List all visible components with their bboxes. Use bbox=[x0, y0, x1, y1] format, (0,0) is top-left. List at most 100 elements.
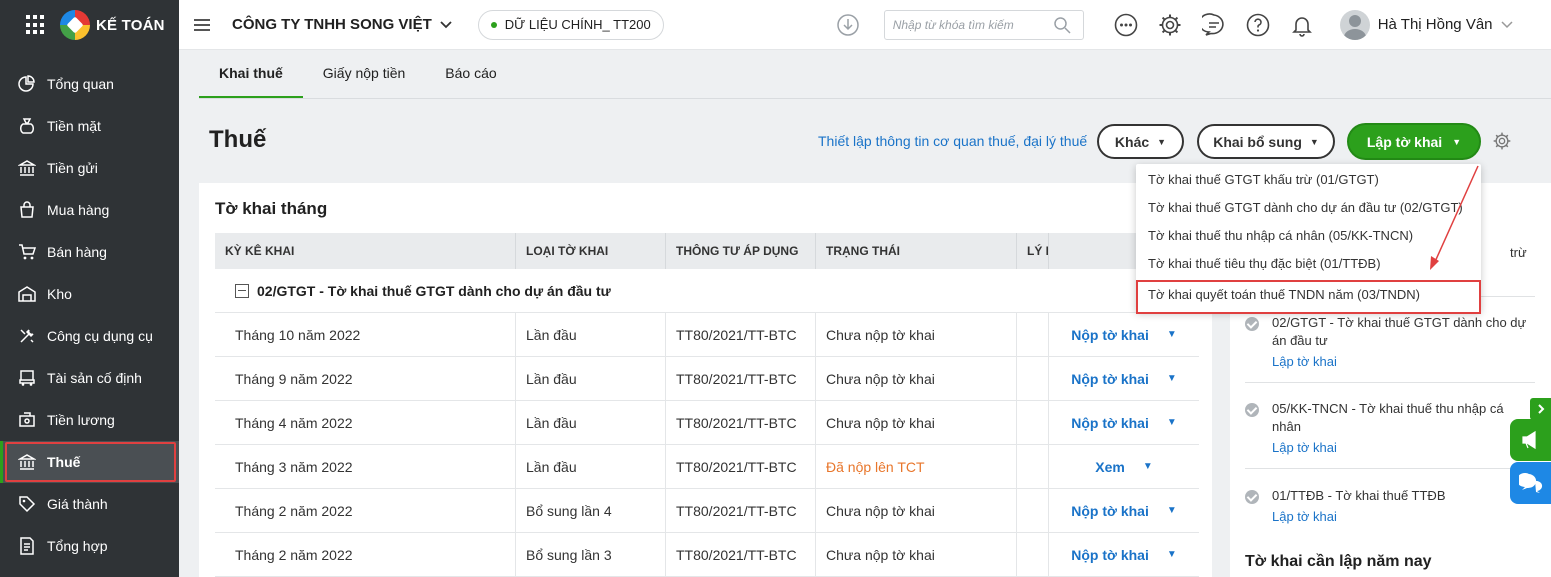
create-declaration-link[interactable]: Lập tờ khai bbox=[1272, 354, 1535, 369]
submit-declaration-link[interactable]: Nộp tờ khai bbox=[1071, 503, 1149, 519]
sidebar-item-tai-san[interactable]: Tài sản cố định bbox=[0, 357, 179, 399]
header-icons bbox=[1114, 12, 1314, 37]
top-header: CÔNG TY TNHH SONG VIỆT DỮ LIỆU CHÍNH_ TT… bbox=[179, 0, 1551, 50]
collapse-minus-icon[interactable] bbox=[235, 283, 249, 298]
sidebar-item-label: Tiền mặt bbox=[47, 118, 101, 134]
cell-type: Lần đầu bbox=[516, 313, 666, 356]
chevron-right-icon bbox=[1537, 404, 1544, 414]
cell-period: Tháng 2 năm 2022 bbox=[215, 489, 516, 532]
cell-period: Tháng 4 năm 2022 bbox=[215, 401, 516, 444]
sidebar-item-ban-hang[interactable]: Bán hàng bbox=[0, 231, 179, 273]
sidebar-menu: Tổng quan Tiền mặt Tiền gửi Mua hàng Bán… bbox=[0, 63, 179, 567]
check-circle-icon bbox=[1245, 490, 1259, 504]
table-row[interactable]: Tháng 9 năm 2022 Lần đầu TT80/2021/TT-BT… bbox=[215, 357, 1199, 401]
settings-gear-icon[interactable] bbox=[1158, 13, 1182, 37]
data-source-pill[interactable]: DỮ LIỆU CHÍNH_ TT200 bbox=[477, 9, 664, 40]
column-header-circular[interactable]: THÔNG TƯ ÁP DỤNG bbox=[666, 233, 816, 269]
cell-status: Chưa nộp tờ khai bbox=[816, 489, 1017, 532]
avatar bbox=[1339, 9, 1370, 40]
cell-type: Bổ sung lần 3 bbox=[516, 533, 666, 576]
more-options-icon[interactable] bbox=[1114, 13, 1138, 37]
sidebar-item-label: Công cụ dụng cụ bbox=[47, 328, 153, 344]
search-icon[interactable] bbox=[1053, 16, 1071, 34]
sidebar-item-label: Mua hàng bbox=[47, 202, 110, 218]
sidebar-item-label: Tiền lương bbox=[47, 412, 115, 428]
column-header-type[interactable]: LOẠI TỜ KHAI bbox=[516, 233, 666, 269]
sidebar-item-tong-quan[interactable]: Tổng quan bbox=[0, 63, 179, 105]
sidebar-item-thue[interactable]: Thuế bbox=[0, 441, 179, 483]
hamburger-menu-icon[interactable] bbox=[194, 16, 210, 34]
chat-bubble-icon[interactable] bbox=[1201, 12, 1226, 37]
table-row[interactable]: Tháng 2 năm 2022 Bổ sung lần 3 TT80/2021… bbox=[215, 533, 1199, 577]
support-chat-button[interactable] bbox=[1510, 462, 1551, 504]
company-selector[interactable]: CÔNG TY TNHH SONG VIỆT bbox=[232, 16, 452, 33]
divider bbox=[1245, 468, 1535, 469]
sidebar-item-cong-cu[interactable]: Công cụ dụng cụ bbox=[0, 315, 179, 357]
create-declaration-link[interactable]: Lập tờ khai bbox=[1272, 440, 1535, 455]
column-header-period[interactable]: KỲ KÊ KHAI bbox=[215, 233, 516, 269]
sidebar-item-tien-luong[interactable]: Tiền lương bbox=[0, 399, 179, 441]
sidebar-item-label: Kho bbox=[47, 286, 72, 302]
submit-declaration-link[interactable]: Nộp tờ khai bbox=[1071, 415, 1149, 431]
expand-panel-button[interactable] bbox=[1530, 398, 1551, 420]
announcement-button[interactable] bbox=[1510, 419, 1551, 461]
sidebar-item-tong-hop[interactable]: Tổng hợp bbox=[0, 525, 179, 567]
caret-down-icon[interactable]: ▼ bbox=[1167, 549, 1177, 560]
chevron-down-icon bbox=[440, 20, 452, 28]
submit-declaration-link[interactable]: Nộp tờ khai bbox=[1071, 327, 1149, 343]
submit-declaration-link[interactable]: Nộp tờ khai bbox=[1071, 547, 1149, 563]
table-row[interactable]: Tháng 4 năm 2022 Lần đầu TT80/2021/TT-BT… bbox=[215, 401, 1199, 445]
view-declaration-link[interactable]: Xem bbox=[1095, 459, 1125, 475]
company-name: CÔNG TY TNHH SONG VIỆT bbox=[232, 16, 432, 33]
user-menu[interactable]: Hà Thị Hồng Vân bbox=[1339, 9, 1513, 40]
chevron-down-icon bbox=[1500, 20, 1513, 28]
caret-down-icon[interactable]: ▼ bbox=[1143, 461, 1153, 472]
sidebar-item-label: Tổng hợp bbox=[47, 538, 108, 554]
check-circle-icon bbox=[1245, 403, 1259, 417]
money-bag-icon bbox=[18, 117, 36, 135]
sidebar-item-tien-mat[interactable]: Tiền mặt bbox=[0, 105, 179, 147]
caret-down-icon[interactable]: ▼ bbox=[1167, 373, 1177, 384]
search-input[interactable] bbox=[892, 17, 1053, 32]
cell-circular: TT80/2021/TT-BTC bbox=[666, 445, 816, 488]
caret-down-icon[interactable]: ▼ bbox=[1167, 329, 1177, 340]
user-name: Hà Thị Hồng Vân bbox=[1377, 16, 1493, 33]
table-row[interactable]: Tháng 3 năm 2022 Lần đầu TT80/2021/TT-BT… bbox=[215, 445, 1199, 489]
sidebar-item-gia-thanh[interactable]: Giá thành bbox=[0, 483, 179, 525]
sidebar-item-tien-gui[interactable]: Tiền gửi bbox=[0, 147, 179, 189]
other-button[interactable]: Khác ▼ bbox=[1097, 124, 1184, 159]
help-icon[interactable] bbox=[1246, 13, 1270, 37]
menu-item-03-tndn[interactable]: Tờ khai quyết toán thuế TNDN năm (03/TND… bbox=[1136, 280, 1481, 314]
table-row[interactable]: Tháng 10 năm 2022 Lần đầu TT80/2021/TT-B… bbox=[215, 313, 1199, 357]
sidebar-item-mua-hang[interactable]: Mua hàng bbox=[0, 189, 179, 231]
sidebar-item-kho[interactable]: Kho bbox=[0, 273, 179, 315]
page-settings-gear-icon[interactable] bbox=[1492, 131, 1512, 151]
create-declaration-button[interactable]: Lập tờ khai ▼ bbox=[1347, 123, 1481, 160]
app-grid-icon[interactable] bbox=[26, 15, 46, 35]
setup-tax-agency-link[interactable]: Thiết lập thông tin cơ quan thuế, đại lý… bbox=[818, 133, 1087, 149]
caret-down-icon[interactable]: ▼ bbox=[1167, 417, 1177, 428]
pending-declaration-item: 05/KK-TNCN - Tờ khai thuế thu nhập cá nh… bbox=[1245, 400, 1535, 455]
search-box[interactable] bbox=[883, 9, 1084, 40]
pending-declaration-item: 02/GTGT - Tờ khai thuế GTGT dành cho dự … bbox=[1245, 314, 1535, 369]
notification-bell-icon[interactable] bbox=[1290, 13, 1314, 37]
divider bbox=[1245, 382, 1535, 383]
cell-type: Lần đầu bbox=[516, 357, 666, 400]
tab-bao-cao[interactable]: Báo cáo bbox=[425, 50, 516, 99]
cell-status: Đã nộp lên TCT bbox=[816, 445, 1017, 488]
submit-declaration-link[interactable]: Nộp tờ khai bbox=[1071, 371, 1149, 387]
caret-down-icon[interactable]: ▼ bbox=[1167, 505, 1177, 516]
create-declaration-link[interactable]: Lập tờ khai bbox=[1272, 509, 1535, 524]
declarations-table: KỲ KÊ KHAI LOẠI TỜ KHAI THÔNG TƯ ÁP DỤNG… bbox=[215, 233, 1199, 577]
supplement-declaration-button[interactable]: Khai bổ sung ▼ bbox=[1197, 124, 1335, 159]
column-header-reason[interactable]: LÝ I bbox=[1017, 233, 1049, 269]
price-tag-icon bbox=[18, 495, 36, 513]
group-row[interactable]: 02/GTGT - Tờ khai thuế GTGT dành cho dự … bbox=[215, 269, 1199, 313]
column-header-status[interactable]: TRẠNG THÁI bbox=[816, 233, 1017, 269]
table-row[interactable]: Tháng 2 năm 2022 Bổ sung lần 4 TT80/2021… bbox=[215, 489, 1199, 533]
download-icon[interactable] bbox=[836, 13, 860, 37]
cell-reason bbox=[1017, 445, 1049, 488]
tab-khai-thue[interactable]: Khai thuế bbox=[199, 50, 303, 99]
shopping-bag-icon bbox=[18, 201, 36, 219]
tab-giay-nop-tien[interactable]: Giấy nộp tiền bbox=[303, 50, 426, 99]
